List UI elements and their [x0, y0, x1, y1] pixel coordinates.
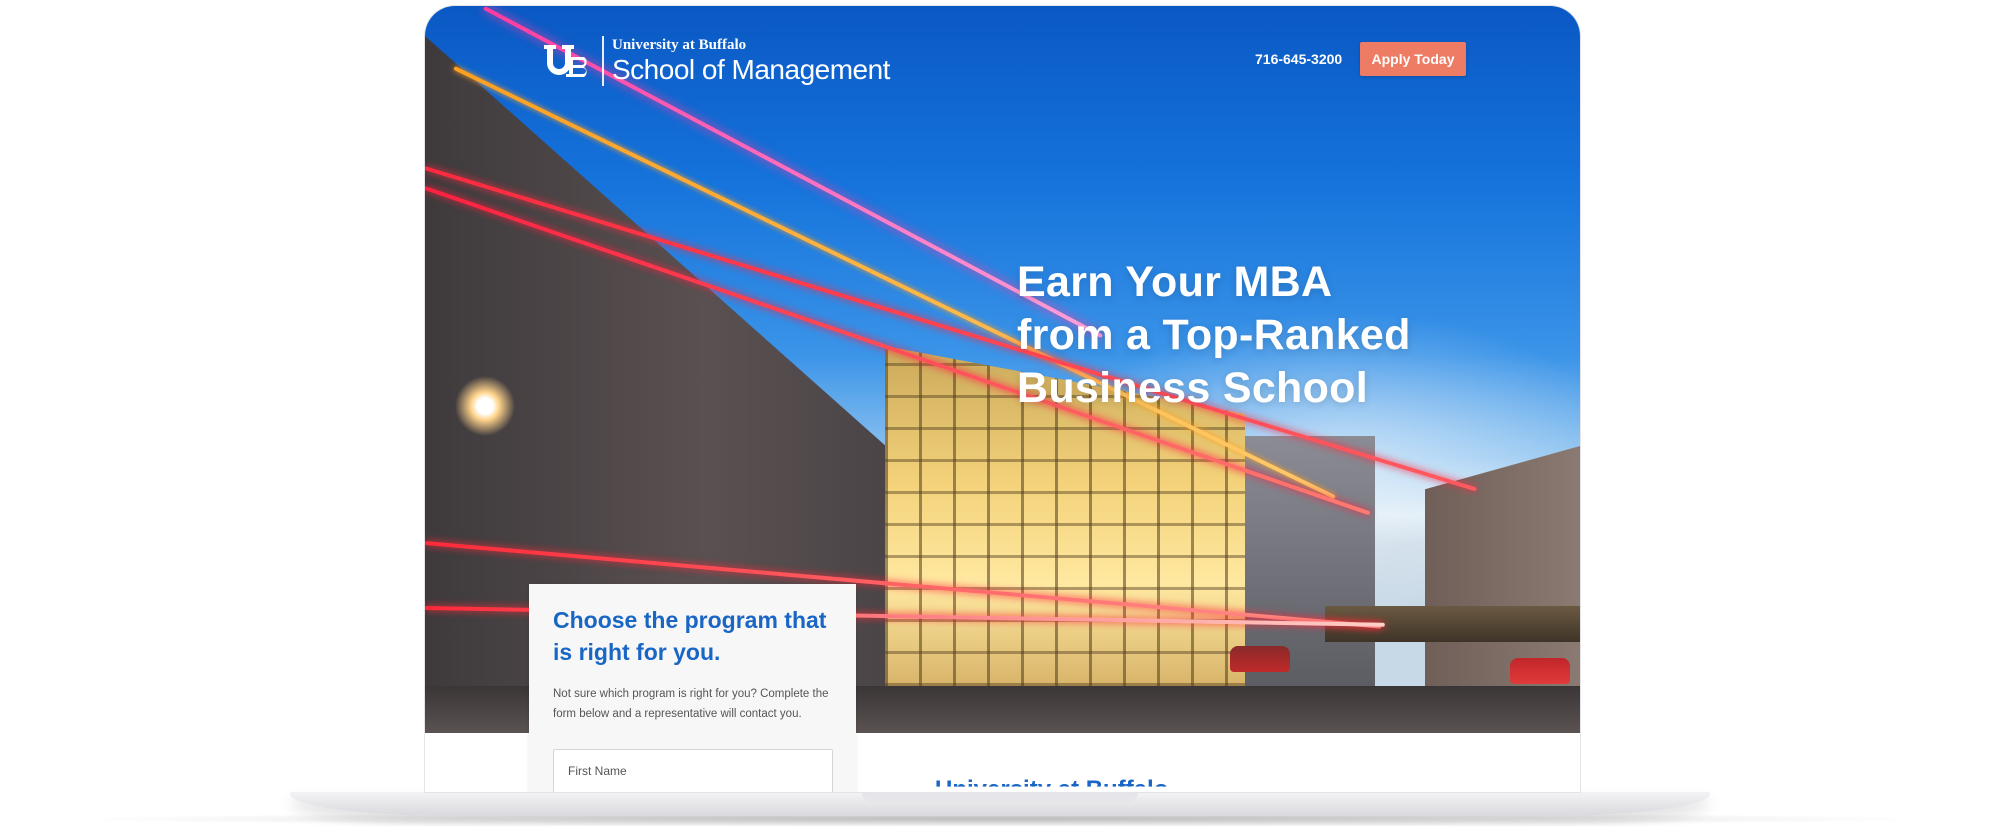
program-form-card: Choose the program that is right for you…: [529, 584, 856, 792]
ub-logo-icon: [540, 43, 596, 79]
car: [1510, 658, 1570, 684]
headline-line: Business School: [1017, 364, 1368, 412]
form-title: Choose the program that is right for you…: [553, 607, 827, 665]
laptop-notch: [862, 792, 1138, 802]
headline-line: from a Top-Ranked: [1017, 311, 1411, 359]
first-name-input[interactable]: [553, 749, 833, 792]
car: [1230, 646, 1290, 672]
headline-line: Earn Your MBA: [1017, 258, 1333, 306]
university-name: University at Buffalo: [612, 37, 747, 53]
phone-link[interactable]: 716-645-3200: [1255, 51, 1342, 67]
laptop-screen: University at Buffalo School of Manageme…: [425, 6, 1580, 792]
ub-logo[interactable]: University at Buffalo School of Manageme…: [540, 36, 890, 86]
school-name: School of Management: [612, 54, 890, 85]
logo-divider: [602, 36, 604, 86]
form-description: Not sure which program is right for you?…: [553, 688, 829, 720]
section-heading-partial: University at Buffalo: [935, 776, 1169, 792]
hero-headline: Earn Your MBA from a Top-Ranked Business…: [1017, 256, 1537, 415]
apply-today-button[interactable]: Apply Today: [1360, 42, 1466, 76]
street-lamp-glow: [455, 376, 515, 436]
logo-text: University at Buffalo School of Manageme…: [612, 36, 890, 86]
